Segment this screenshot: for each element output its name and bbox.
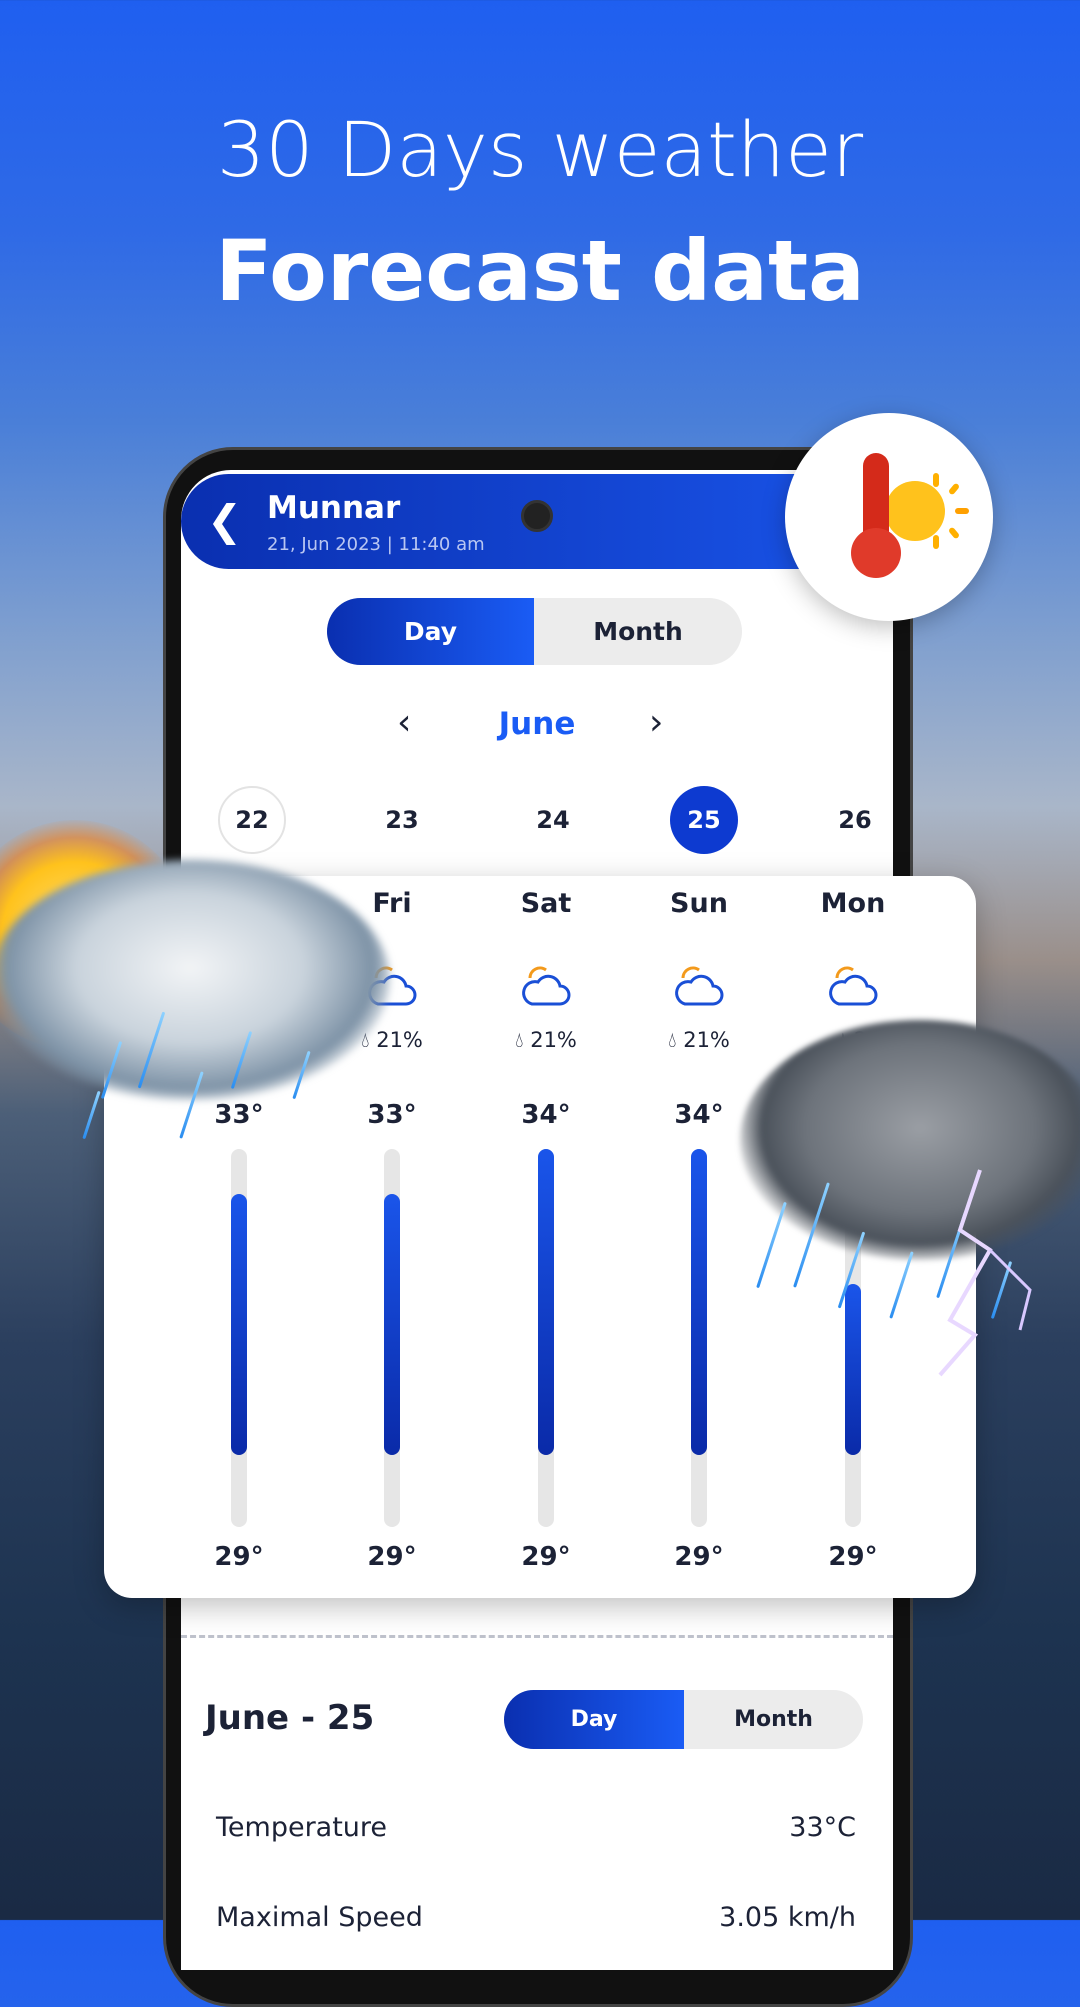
detail-row-speed: Maximal Speed 3.05 km/h bbox=[216, 1902, 856, 1933]
partly-cloudy-icon bbox=[675, 966, 724, 1006]
date-time: 21, Jun 2023 | 11:40 am bbox=[267, 534, 485, 555]
selected-date-title: June - 25 bbox=[205, 1698, 375, 1738]
temp-range-bar bbox=[845, 1284, 861, 1455]
detail-toggle-month[interactable]: Month bbox=[684, 1690, 863, 1749]
thermometer-sun-badge bbox=[785, 413, 993, 621]
detail-value: 3.05 km/h bbox=[719, 1902, 856, 1933]
temp-range-bar bbox=[231, 1194, 247, 1455]
date-23[interactable]: 23 bbox=[368, 786, 436, 854]
precipitation: 💧︎ 21% bbox=[476, 1028, 616, 1053]
droplet-icon: 💧︎ bbox=[515, 1028, 524, 1052]
month-nav: ‹ June › bbox=[181, 702, 893, 752]
headline-line2: Forecast data bbox=[215, 222, 865, 320]
day-label: Sat bbox=[520, 888, 572, 919]
temp-range-bar bbox=[691, 1149, 707, 1455]
high-temp: 34° bbox=[521, 1100, 571, 1130]
high-temp: 33° bbox=[367, 1100, 417, 1130]
rain-streak bbox=[82, 1090, 101, 1140]
detail-value: 33°C bbox=[789, 1812, 856, 1843]
rain-cloud-decoration bbox=[0, 860, 390, 1100]
day-label: Mon bbox=[820, 888, 886, 919]
toggle-month[interactable]: Month bbox=[534, 598, 742, 665]
low-temp: 29° bbox=[674, 1542, 724, 1572]
temp-range-bar bbox=[384, 1194, 400, 1455]
date-26[interactable]: 26 bbox=[821, 786, 889, 854]
lightning-icon bbox=[938, 1169, 1032, 1377]
city-name: Munnar bbox=[267, 490, 401, 526]
low-temp: 29° bbox=[521, 1542, 571, 1572]
partly-cloudy-icon bbox=[522, 966, 571, 1006]
precip-value: 21% bbox=[376, 1028, 423, 1052]
month-label: June bbox=[498, 706, 576, 742]
low-temp: 29° bbox=[828, 1542, 878, 1572]
divider bbox=[181, 1635, 893, 1638]
camera-cutout bbox=[521, 500, 553, 532]
precip-value: 21% bbox=[683, 1028, 730, 1052]
date-22[interactable]: 22 bbox=[218, 786, 286, 854]
detail-label: Temperature bbox=[216, 1812, 388, 1843]
partly-cloudy-icon bbox=[829, 966, 878, 1006]
detail-toggle: Day Month bbox=[504, 1690, 863, 1749]
date-24[interactable]: 24 bbox=[519, 786, 587, 854]
detail-row-temperature: Temperature 33°C bbox=[216, 1812, 856, 1843]
detail-label: Maximal Speed bbox=[216, 1902, 423, 1933]
forecast-column[interactable]: Sun 💧︎ 21% 34° 29° bbox=[629, 876, 769, 1598]
low-temp: 29° bbox=[367, 1542, 417, 1572]
thermometer-sun-icon bbox=[851, 453, 969, 578]
detail-toggle-day[interactable]: Day bbox=[504, 1690, 684, 1749]
low-temp: 29° bbox=[214, 1542, 264, 1572]
headline-line1: 30 Days weather bbox=[216, 105, 864, 194]
temp-range-bar bbox=[538, 1149, 554, 1455]
date-25[interactable]: 25 bbox=[670, 786, 738, 854]
back-arrow-icon[interactable]: ❮ bbox=[207, 496, 242, 545]
forecast-column[interactable]: Sat 💧︎ 21% 34° 29° bbox=[476, 876, 616, 1598]
precipitation: 💧︎ 21% bbox=[629, 1028, 769, 1053]
view-toggle: Day Month bbox=[327, 598, 742, 665]
droplet-icon: 💧︎ bbox=[668, 1028, 677, 1052]
precip-value: 21% bbox=[530, 1028, 577, 1052]
day-label: Sun bbox=[670, 888, 728, 919]
chevron-right-icon[interactable]: › bbox=[649, 702, 663, 743]
toggle-day[interactable]: Day bbox=[327, 598, 534, 665]
